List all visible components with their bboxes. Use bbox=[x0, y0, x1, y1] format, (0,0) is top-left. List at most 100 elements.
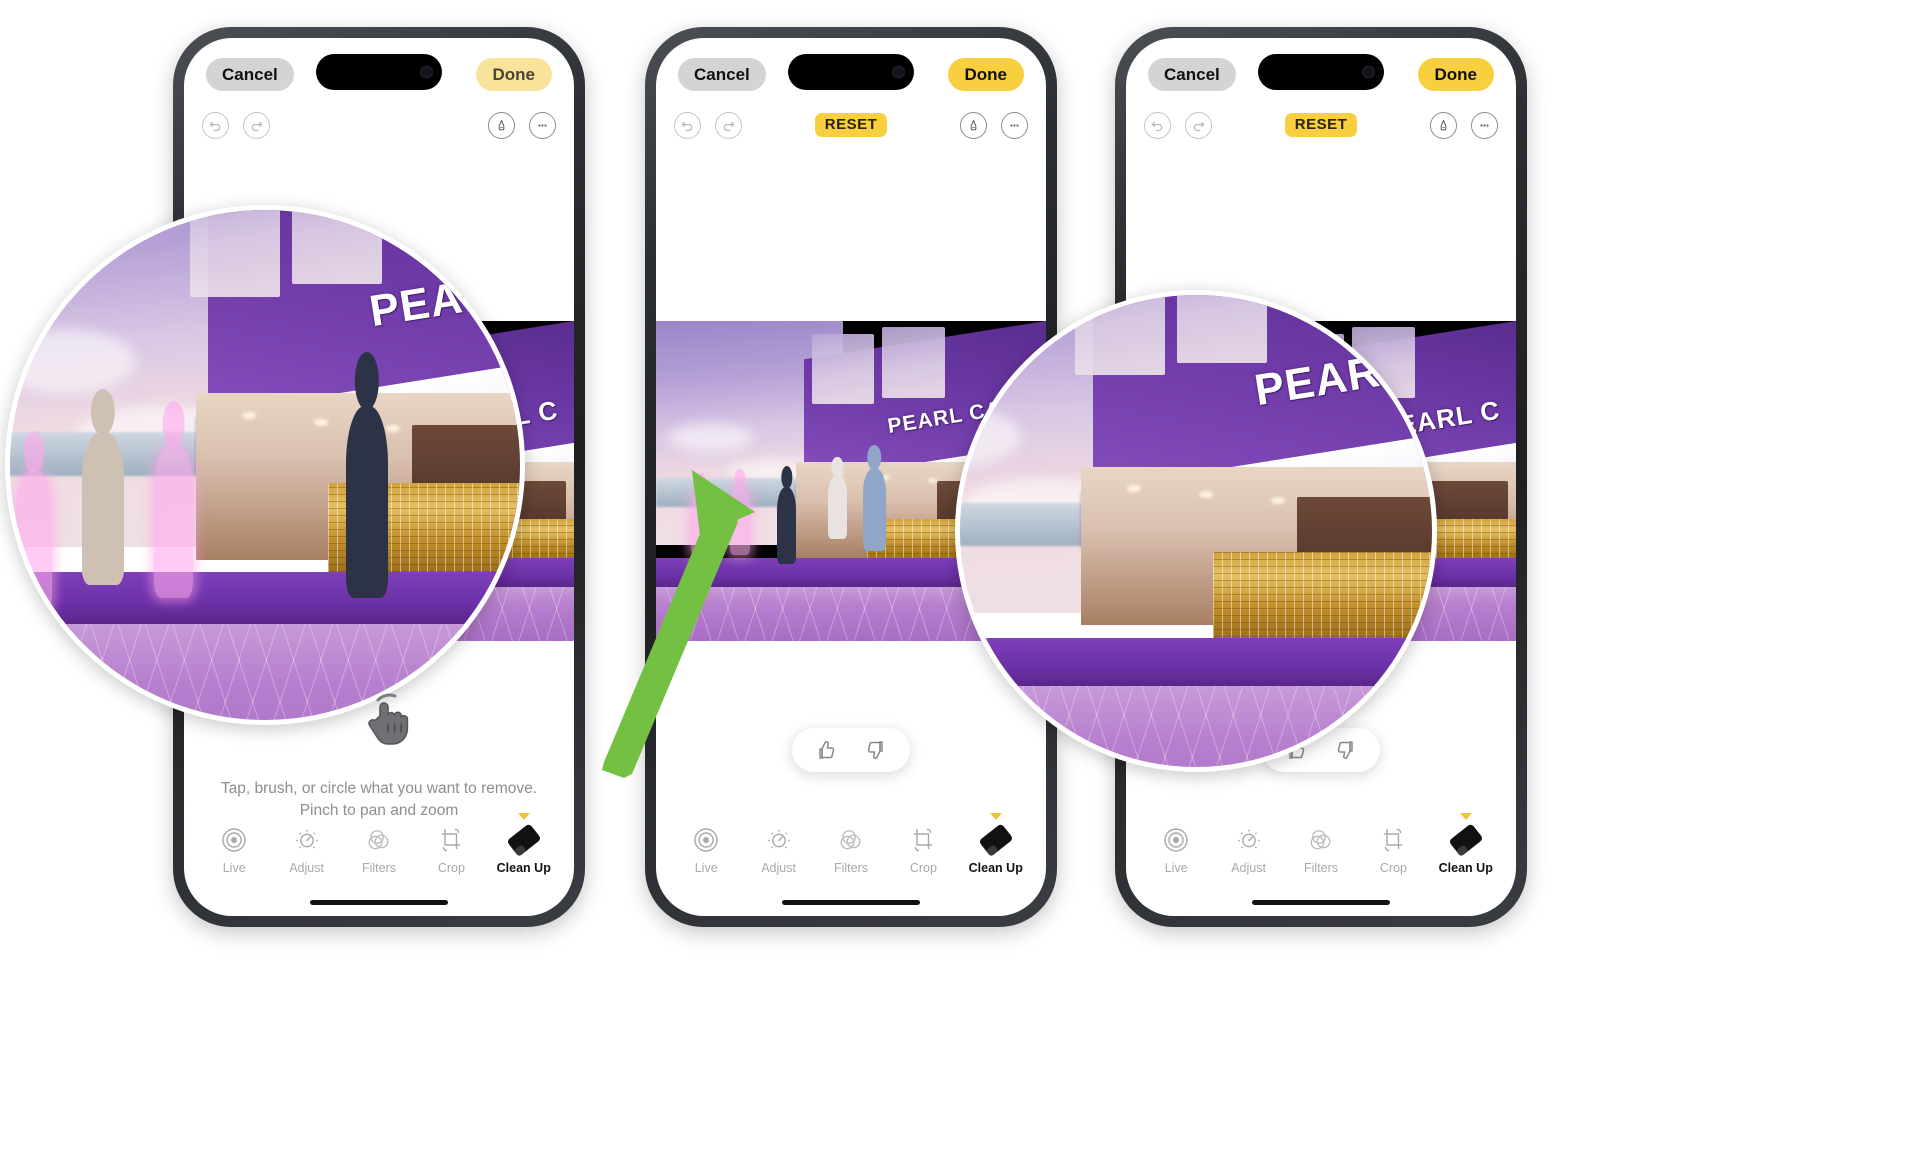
markup-pen-icon[interactable] bbox=[960, 111, 988, 139]
home-indicator bbox=[1252, 900, 1390, 905]
ceiling-downlight bbox=[927, 477, 937, 483]
screenshot-stage: Cancel Done Tap, brush, or circle what y… bbox=[0, 0, 1920, 1169]
tool-label: Live bbox=[1164, 860, 1188, 875]
more-ellipsis-icon[interactable] bbox=[1001, 111, 1029, 139]
tool-adjust[interactable]: Adjust bbox=[748, 825, 810, 875]
redo-icon[interactable] bbox=[243, 111, 270, 139]
top-bar-3: Cancel Done bbox=[1126, 54, 1516, 94]
person-highlight-selected bbox=[691, 490, 711, 555]
tool-label: Clean Up bbox=[496, 860, 551, 875]
filters-circles-icon bbox=[366, 825, 392, 855]
reset-button[interactable]: RESET bbox=[814, 113, 888, 137]
awning-window bbox=[1075, 295, 1165, 376]
redo-icon[interactable] bbox=[1185, 111, 1212, 139]
cancel-button[interactable]: Cancel bbox=[1148, 57, 1236, 91]
person-highlight-selected bbox=[154, 444, 193, 598]
person-highlight-selected bbox=[730, 487, 750, 555]
feedback-pill-2 bbox=[792, 728, 910, 772]
awning-window bbox=[292, 210, 382, 285]
tool-adjust[interactable]: Adjust bbox=[276, 825, 338, 875]
markup-pen-icon[interactable] bbox=[1430, 111, 1458, 139]
redo-icon[interactable] bbox=[715, 111, 742, 139]
tool-crop[interactable]: Crop bbox=[892, 825, 954, 875]
adjust-dial-icon bbox=[766, 825, 792, 855]
tool-live[interactable]: Live bbox=[203, 825, 265, 875]
adjust-dial-icon bbox=[294, 825, 320, 855]
editor-toolbar-1: Live Adjust Filters Crop Clean Up bbox=[184, 812, 574, 875]
tool-label: Crop bbox=[437, 860, 465, 875]
edit-tool-row-1 bbox=[184, 103, 574, 147]
adjust-dial-icon bbox=[1236, 825, 1262, 855]
eraser-icon bbox=[1449, 824, 1482, 856]
person-figure bbox=[827, 474, 848, 539]
hint-line-2: Pinch to pan and zoom bbox=[299, 802, 459, 819]
undo-icon[interactable] bbox=[202, 111, 229, 139]
markup-pen-icon[interactable] bbox=[488, 111, 515, 139]
person-highlight-selected bbox=[16, 470, 52, 611]
magnified-photo-1: PEARL C bbox=[10, 210, 520, 720]
tool-clean-up[interactable]: Clean Up bbox=[493, 812, 555, 875]
crop-icon bbox=[910, 825, 936, 855]
tool-label: Crop bbox=[909, 860, 937, 875]
thumbs-up-icon[interactable] bbox=[814, 738, 838, 762]
tool-live[interactable]: Live bbox=[1145, 825, 1207, 875]
top-bar-2: Cancel Done bbox=[656, 54, 1046, 94]
tool-clean-up[interactable]: Clean Up bbox=[965, 812, 1027, 875]
edit-tool-row-2: RESET bbox=[656, 103, 1046, 147]
filters-circles-icon bbox=[838, 825, 864, 855]
magnifier-content-1: PEARL C bbox=[10, 210, 520, 720]
live-photo-icon bbox=[693, 825, 719, 855]
purple-counter-base bbox=[960, 637, 1432, 693]
eraser-icon bbox=[979, 824, 1012, 856]
tool-label: Live bbox=[222, 860, 246, 875]
person-figure bbox=[776, 487, 797, 565]
done-button[interactable]: Done bbox=[475, 57, 552, 91]
counter-grid bbox=[1213, 552, 1432, 644]
awning-window bbox=[1177, 295, 1267, 364]
home-indicator bbox=[310, 900, 448, 905]
floor-tiles bbox=[10, 623, 520, 720]
magnifier-callout-1: PEARL C bbox=[5, 205, 525, 725]
tool-live[interactable]: Live bbox=[675, 825, 737, 875]
done-button[interactable]: Done bbox=[1417, 57, 1494, 91]
live-photo-icon bbox=[1163, 825, 1189, 855]
person-figure bbox=[862, 468, 887, 552]
awning-window bbox=[882, 327, 945, 398]
tool-adjust[interactable]: Adjust bbox=[1218, 825, 1280, 875]
tool-filters[interactable]: Filters bbox=[348, 825, 410, 875]
floor-tiles bbox=[960, 686, 1432, 767]
filters-circles-icon bbox=[1308, 825, 1334, 855]
editor-toolbar-3: Live Adjust Filters Crop Clean Up bbox=[1126, 812, 1516, 875]
active-tool-marker bbox=[517, 812, 530, 820]
floor bbox=[10, 623, 520, 720]
tool-label: Clean Up bbox=[1438, 860, 1493, 875]
floor bbox=[960, 686, 1432, 767]
tool-label: Adjust bbox=[1231, 860, 1266, 875]
tool-clean-up[interactable]: Clean Up bbox=[1435, 812, 1497, 875]
tool-label: Filters bbox=[1303, 860, 1338, 875]
thumbs-down-icon[interactable] bbox=[864, 738, 888, 762]
clean-up-hint: Tap, brush, or circle what you want to r… bbox=[184, 778, 574, 822]
reset-button[interactable]: RESET bbox=[1284, 113, 1358, 137]
undo-icon[interactable] bbox=[674, 111, 701, 139]
tool-label: Adjust bbox=[289, 860, 324, 875]
person-figure bbox=[82, 431, 124, 586]
tool-label: Filters bbox=[361, 860, 396, 875]
active-tool-marker bbox=[989, 812, 1002, 820]
tool-filters[interactable]: Filters bbox=[820, 825, 882, 875]
tool-crop[interactable]: Crop bbox=[420, 825, 482, 875]
live-photo-icon bbox=[221, 825, 247, 855]
eraser-icon bbox=[507, 824, 540, 856]
tool-label: Filters bbox=[833, 860, 868, 875]
tool-crop[interactable]: Crop bbox=[1362, 825, 1424, 875]
done-button[interactable]: Done bbox=[947, 57, 1024, 91]
tool-filters[interactable]: Filters bbox=[1290, 825, 1352, 875]
more-ellipsis-icon[interactable] bbox=[1471, 111, 1499, 139]
top-bar-1: Cancel Done bbox=[184, 54, 574, 94]
undo-icon[interactable] bbox=[1144, 111, 1171, 139]
toolrow-right-icons-3 bbox=[1416, 111, 1499, 139]
cancel-button[interactable]: Cancel bbox=[678, 57, 766, 91]
cancel-button[interactable]: Cancel bbox=[206, 57, 294, 91]
more-ellipsis-icon[interactable] bbox=[529, 111, 556, 139]
display-counter bbox=[1213, 552, 1432, 644]
